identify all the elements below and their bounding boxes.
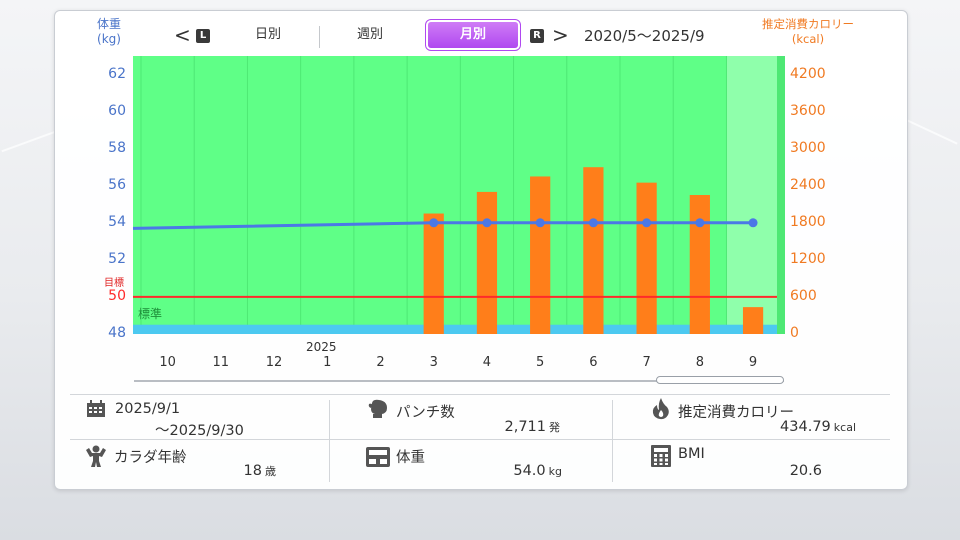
bmi-label: BMI — [678, 446, 705, 462]
kcal-unit: kcal — [833, 421, 856, 434]
weight-point — [482, 218, 492, 228]
period-end: 〜2025/9/30 — [155, 423, 244, 439]
chart-scrollbar-thumb[interactable] — [656, 376, 784, 384]
weight-point — [429, 218, 439, 228]
x-tick-label: 11 — [212, 355, 230, 370]
calorie-bar — [742, 307, 764, 334]
kcal-amount: 434.79 — [780, 419, 831, 435]
calorie-bar — [636, 182, 657, 334]
weight-number: 54.0 — [513, 463, 546, 479]
body-age-value: 18 歳 — [200, 463, 276, 479]
calorie-bar — [423, 213, 444, 334]
punch-label: パンチ数 — [396, 405, 455, 421]
standard-label: 標準 — [138, 307, 163, 321]
bmi-value: 20.6 — [789, 463, 822, 479]
current-month-highlight — [726, 56, 778, 334]
body-age-label: カラダ年齢 — [114, 450, 187, 466]
x-tick-label: 2 — [376, 355, 385, 370]
weight-point — [642, 218, 652, 228]
standard-band — [133, 324, 785, 334]
weight-label: 体重 — [396, 450, 425, 466]
weight-point — [535, 218, 545, 228]
calendar-icon — [87, 400, 105, 417]
x-tick-label: 4 — [482, 355, 492, 370]
calorie-bar — [476, 191, 498, 334]
body-age-number: 18 — [243, 463, 262, 479]
x-tick-label: 10 — [159, 355, 176, 370]
scale-icon — [366, 447, 390, 467]
muscle-icon — [86, 445, 106, 467]
goal-label: 目標 — [104, 278, 124, 289]
boxing-glove-icon — [368, 399, 387, 418]
calorie-bar — [530, 176, 551, 334]
x-tick-label: 8 — [695, 355, 704, 370]
weight-point — [588, 218, 598, 228]
x-tick-label: 5 — [536, 355, 545, 370]
summary-divider — [612, 400, 613, 482]
calorie-bar — [583, 167, 604, 334]
x-tick-label: 9 — [748, 355, 758, 370]
calorie-bar — [689, 195, 710, 334]
period-start: 2025/9/1 — [115, 401, 181, 417]
summary-divider — [329, 400, 330, 482]
weight-point — [695, 218, 705, 228]
x-tick-label: 7 — [642, 355, 651, 370]
weight-value: 54.0 kg — [480, 463, 562, 479]
punch-count: 2,711 — [504, 419, 546, 435]
plot-edge — [777, 56, 785, 334]
x-tick-label: 12 — [265, 355, 283, 370]
weight-unit: kg — [548, 465, 562, 478]
year-label: 2025 — [306, 340, 337, 354]
x-tick-label: 3 — [429, 355, 438, 370]
weight-point — [748, 218, 758, 228]
x-tick-label: 6 — [589, 355, 598, 370]
plot-area — [133, 56, 785, 334]
summary-divider — [70, 394, 890, 395]
punch-unit: 発 — [549, 421, 560, 434]
calculator-icon — [651, 445, 671, 467]
kcal-value: 434.79 kcal — [700, 419, 856, 435]
body-age-unit: 歳 — [265, 465, 276, 478]
punch-value: 2,711 発 — [480, 419, 560, 435]
x-tick-label: 1 — [323, 355, 332, 370]
flame-icon — [652, 398, 669, 420]
